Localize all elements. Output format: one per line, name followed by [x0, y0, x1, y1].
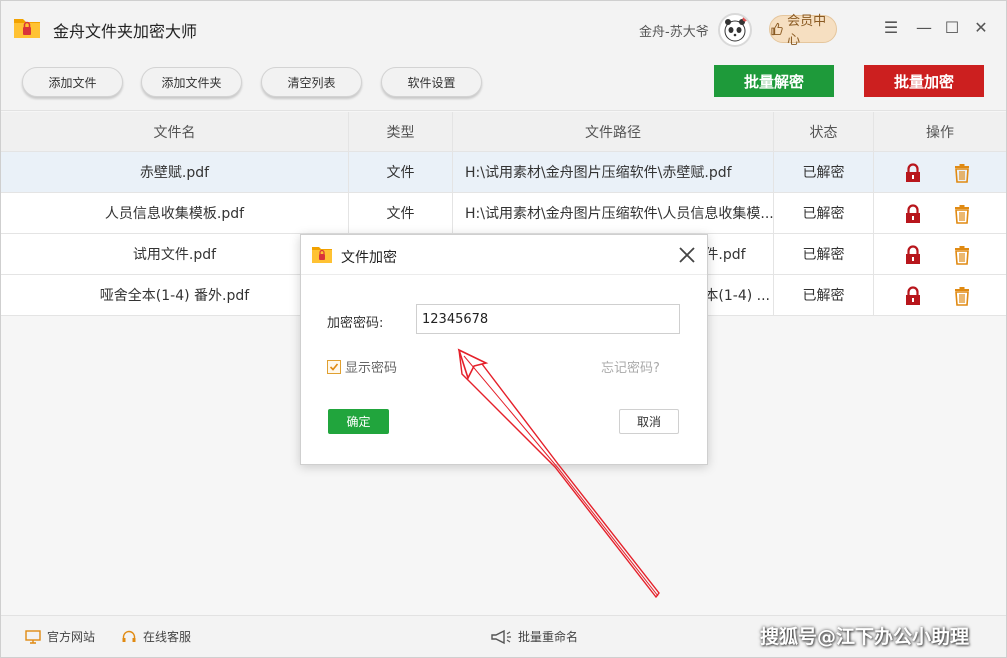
trash-icon[interactable]	[952, 204, 972, 224]
thumbs-up-icon	[771, 22, 783, 36]
column-header-name: 文件名	[1, 112, 349, 151]
user-name: 金舟-苏大爷	[639, 25, 709, 40]
show-password-label: 显示密码	[345, 361, 398, 376]
watermark: 搜狐号@江下办公小助理	[760, 626, 970, 648]
official-website-label: 官方网站	[47, 630, 96, 644]
member-center-label: 会员中心	[787, 14, 827, 48]
file-name: 试用文件.pdf	[1, 234, 349, 274]
dialog-header: 文件加密	[301, 235, 707, 275]
avatar[interactable]	[718, 13, 752, 47]
table-header: 文件名 类型 文件路径 状态 操作	[1, 112, 1006, 152]
file-status: 已解密	[774, 152, 874, 192]
lock-icon[interactable]	[903, 204, 923, 224]
minimize-icon[interactable]: —	[913, 17, 935, 39]
file-name: 哑舍全本(1-4) 番外.pdf	[1, 275, 349, 315]
add-folder-button[interactable]: 添加文件夹	[141, 67, 242, 97]
password-label: 加密密码:	[327, 316, 384, 331]
encrypt-dialog: 文件加密 加密密码: 显示密码 忘记密码? 确定 取消	[300, 234, 708, 465]
close-icon[interactable]	[675, 243, 699, 267]
file-type: 文件	[349, 193, 453, 233]
lock-icon[interactable]	[903, 245, 923, 265]
file-type: 文件	[349, 152, 453, 192]
file-status: 已解密	[774, 234, 874, 274]
title-bar: 金舟文件夹加密大师 金舟-苏大爷 会员中心 ☰ — ☐ ✕	[1, 1, 1006, 53]
file-status: 已解密	[774, 275, 874, 315]
column-header-type: 类型	[349, 112, 453, 151]
batch-encrypt-button[interactable]: 批量加密	[864, 65, 984, 97]
close-window-icon[interactable]: ✕	[970, 17, 992, 39]
app-window: 金舟文件夹加密大师 金舟-苏大爷 会员中心 ☰ — ☐ ✕ 添加文件 添加文件夹…	[0, 0, 1007, 658]
file-status: 已解密	[774, 193, 874, 233]
online-support-link[interactable]: 在线客服	[121, 628, 191, 645]
cancel-button[interactable]: 取消	[619, 409, 679, 434]
file-path: H:\试用素材\金舟图片压缩软件\赤壁赋.pdf	[453, 152, 774, 192]
column-header-path: 文件路径	[453, 112, 774, 151]
folder-lock-icon	[312, 247, 332, 263]
online-support-label: 在线客服	[143, 630, 192, 644]
monitor-icon	[25, 629, 41, 644]
batch-rename-link[interactable]: 批量重命名	[490, 628, 578, 645]
show-password-checkbox[interactable]: 显示密码	[327, 357, 397, 376]
trash-icon[interactable]	[952, 286, 972, 306]
megaphone-icon	[491, 629, 511, 644]
file-name: 赤壁赋.pdf	[1, 152, 349, 192]
checkbox-checked-icon	[327, 359, 341, 374]
lock-icon[interactable]	[903, 286, 923, 306]
table-row[interactable]: 人员信息收集模板.pdf 文件 H:\试用素材\金舟图片压缩软件\人员信息收集模…	[1, 193, 1006, 234]
row-actions	[874, 152, 1006, 192]
trash-icon[interactable]	[952, 245, 972, 265]
menu-icon[interactable]: ☰	[880, 17, 902, 39]
column-header-status: 状态	[774, 112, 874, 151]
headset-icon	[122, 630, 136, 642]
clear-list-button[interactable]: 清空列表	[261, 67, 362, 97]
official-website-link[interactable]: 官方网站	[25, 628, 95, 645]
app-title: 金舟文件夹加密大师	[53, 22, 198, 41]
forgot-password-link[interactable]: 忘记密码?	[601, 357, 660, 376]
trash-icon[interactable]	[952, 163, 972, 183]
panda-avatar-icon	[724, 16, 748, 42]
file-name: 人员信息收集模板.pdf	[1, 193, 349, 233]
toolbar: 添加文件 添加文件夹 清空列表 软件设置 批量解密 批量加密	[1, 53, 1006, 111]
table-row[interactable]: 赤壁赋.pdf 文件 H:\试用素材\金舟图片压缩软件\赤壁赋.pdf 已解密	[1, 152, 1006, 193]
folder-lock-logo-icon	[14, 19, 40, 38]
row-actions	[874, 193, 1006, 233]
lock-icon[interactable]	[903, 163, 923, 183]
row-actions	[874, 234, 1006, 274]
dialog-title: 文件加密	[341, 250, 397, 266]
file-path: H:\试用素材\金舟图片压缩软件\人员信息收集模...	[453, 193, 774, 233]
settings-button[interactable]: 软件设置	[381, 67, 482, 97]
row-actions	[874, 275, 1006, 315]
password-input[interactable]	[416, 304, 680, 334]
batch-decrypt-button[interactable]: 批量解密	[714, 65, 834, 97]
maximize-icon[interactable]: ☐	[941, 17, 963, 39]
column-header-actions: 操作	[926, 124, 954, 141]
add-file-button[interactable]: 添加文件	[22, 67, 123, 97]
member-center-button[interactable]: 会员中心	[769, 14, 837, 48]
confirm-button[interactable]: 确定	[328, 409, 389, 434]
batch-rename-label: 批量重命名	[518, 630, 579, 644]
